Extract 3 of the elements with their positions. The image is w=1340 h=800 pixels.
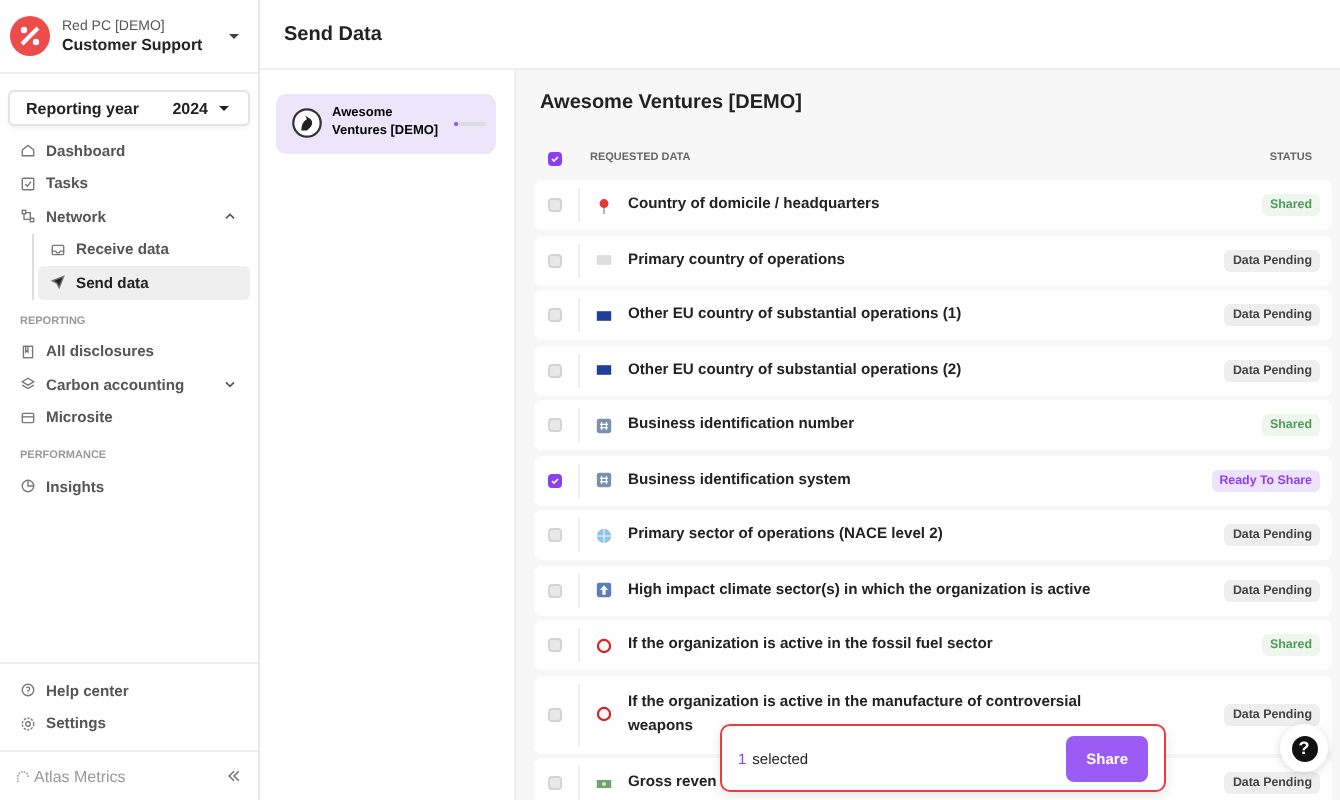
org-name: Customer Support [62, 35, 205, 53]
brand-name: Atlas Metrics [34, 767, 128, 785]
panel-title: Awesome Ventures [DEMO] [538, 90, 804, 118]
